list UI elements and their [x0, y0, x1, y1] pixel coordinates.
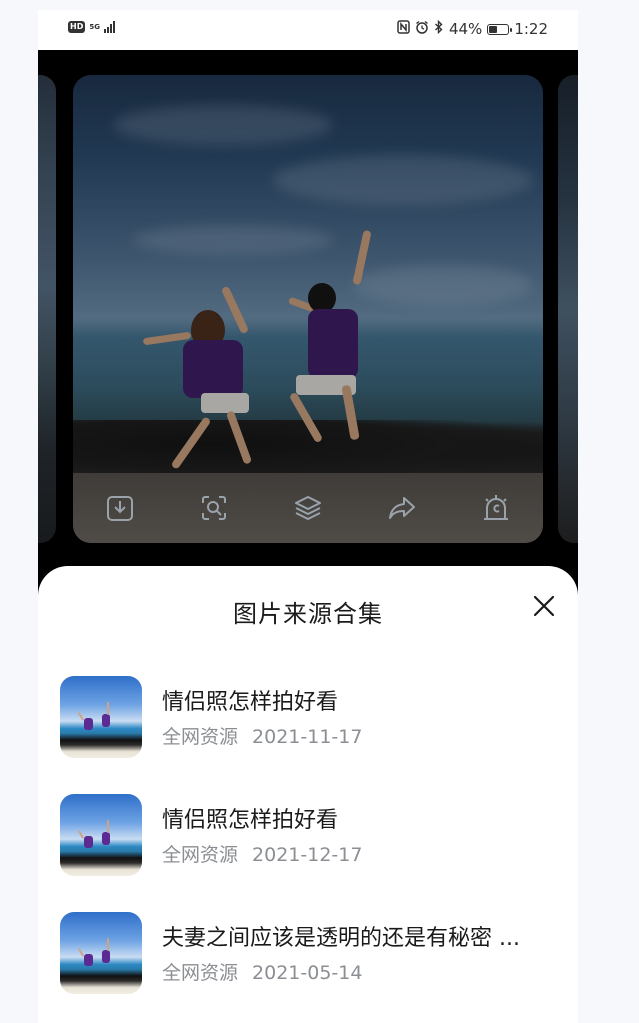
result-date: 2021-05-14 [252, 962, 363, 984]
status-bar: HD 5G 44% 1:22 [38, 10, 578, 50]
result-list: 情侣照怎样拍好看 全网资源 2021-11-17 情侣照怎样拍好看 全网资源 202… [38, 674, 578, 1023]
close-button[interactable] [530, 592, 558, 620]
result-title: 情侣照怎样拍好看 [162, 808, 339, 833]
result-thumbnail [60, 676, 142, 758]
result-date: 2021-11-17 [252, 726, 363, 748]
bluetooth-icon [434, 19, 444, 38]
alert-icon[interactable] [479, 491, 513, 525]
result-source: 全网资源 [162, 726, 239, 748]
scan-icon[interactable] [197, 491, 231, 525]
result-meta: 全网资源 2021-05-14 [162, 958, 362, 985]
list-item[interactable]: 情侣照怎样拍好看 全网资源 2021-11-17 [38, 674, 578, 792]
close-icon [533, 595, 555, 617]
next-image-card[interactable] [558, 75, 578, 543]
result-meta: 全网资源 2021-11-17 [162, 722, 362, 749]
download-icon[interactable] [103, 491, 137, 525]
previous-image-card[interactable] [38, 75, 56, 543]
result-thumbnail [60, 912, 142, 994]
network-type: 5G [89, 22, 100, 31]
phone-screen: HD 5G 44% 1:22 图片来源合集 情侣照怎样拍好看 全网资源 2021… [38, 10, 578, 1023]
hd-badge: HD [68, 21, 86, 33]
main-image-card[interactable] [73, 75, 543, 543]
result-source: 全网资源 [162, 962, 239, 984]
nfc-icon [397, 20, 410, 38]
image-source-sheet: 图片来源合集 情侣照怎样拍好看 全网资源 2021-11-17 情侣照怎样拍好看… [38, 566, 578, 1023]
status-left: HD 5G [68, 21, 115, 33]
photo-dim-overlay [73, 75, 543, 543]
list-item[interactable]: 夫妻之间应该是透明的还是有秘密 ... 全网资源 2021-05-14 [38, 910, 578, 1023]
alarm-icon [415, 20, 429, 38]
battery-level-fill [489, 25, 497, 33]
result-title: 夫妻之间应该是透明的还是有秘密 ... [162, 926, 520, 951]
result-meta: 全网资源 2021-12-17 [162, 840, 362, 867]
share-icon[interactable] [385, 491, 419, 525]
layers-icon[interactable] [291, 491, 325, 525]
battery-percent: 44% [448, 20, 483, 38]
battery-icon [487, 23, 513, 35]
result-title: 情侣照怎样拍好看 [162, 690, 339, 715]
sheet-title: 图片来源合集 [233, 600, 383, 628]
image-viewer [38, 50, 578, 580]
result-source: 全网资源 [162, 844, 239, 866]
clock: 1:22 [514, 20, 548, 38]
result-thumbnail [60, 794, 142, 876]
image-toolbar [73, 491, 543, 525]
result-date: 2021-12-17 [252, 844, 363, 866]
status-right: 44% 1:22 [397, 19, 548, 38]
list-item[interactable]: 情侣照怎样拍好看 全网资源 2021-12-17 [38, 792, 578, 910]
signal-icon [103, 21, 115, 33]
